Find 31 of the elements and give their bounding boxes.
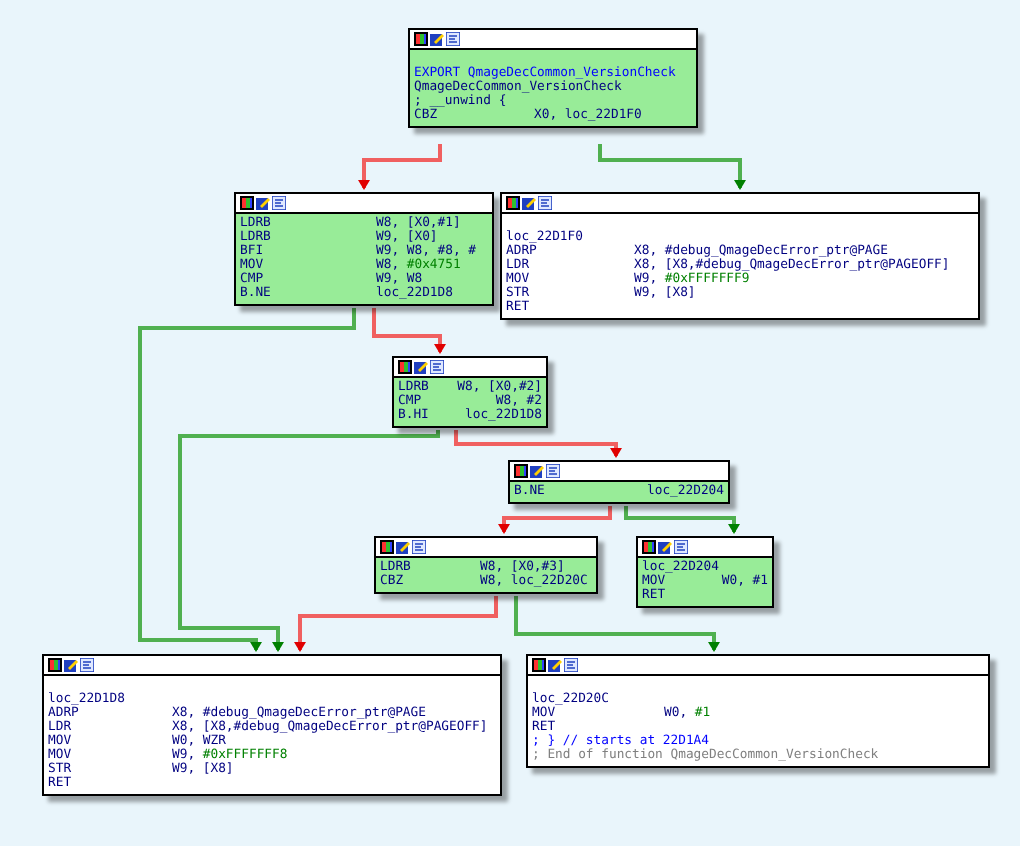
palette-icon[interactable] <box>398 360 412 374</box>
list-icon[interactable] <box>546 464 560 478</box>
list-icon[interactable] <box>80 658 94 672</box>
palette-icon[interactable] <box>506 196 520 210</box>
pencil-icon[interactable] <box>414 360 428 374</box>
edge-arrow <box>624 506 740 534</box>
palette-icon[interactable] <box>514 464 528 478</box>
edge-arrow <box>498 506 612 534</box>
list-icon[interactable] <box>564 658 578 672</box>
edge-arrow <box>372 308 446 354</box>
pencil-icon[interactable] <box>522 196 536 210</box>
list-icon[interactable] <box>272 196 286 210</box>
list-icon[interactable] <box>412 540 426 554</box>
pencil-icon[interactable] <box>396 540 410 554</box>
pencil-icon[interactable] <box>64 658 78 672</box>
list-icon[interactable] <box>674 540 688 554</box>
pencil-icon[interactable] <box>256 196 270 210</box>
list-icon[interactable] <box>430 360 444 374</box>
pencil-icon[interactable] <box>530 464 544 478</box>
palette-icon[interactable] <box>380 540 394 554</box>
palette-icon[interactable] <box>48 658 62 672</box>
palette-icon[interactable] <box>642 540 656 554</box>
pencil-icon[interactable] <box>548 658 562 672</box>
list-icon[interactable] <box>538 196 552 210</box>
pencil-icon[interactable] <box>658 540 672 554</box>
palette-icon[interactable] <box>532 658 546 672</box>
pencil-icon[interactable] <box>430 32 444 46</box>
palette-icon[interactable] <box>240 196 254 210</box>
list-icon[interactable] <box>446 32 460 46</box>
edge-arrow <box>358 144 442 190</box>
palette-icon[interactable] <box>414 32 428 46</box>
